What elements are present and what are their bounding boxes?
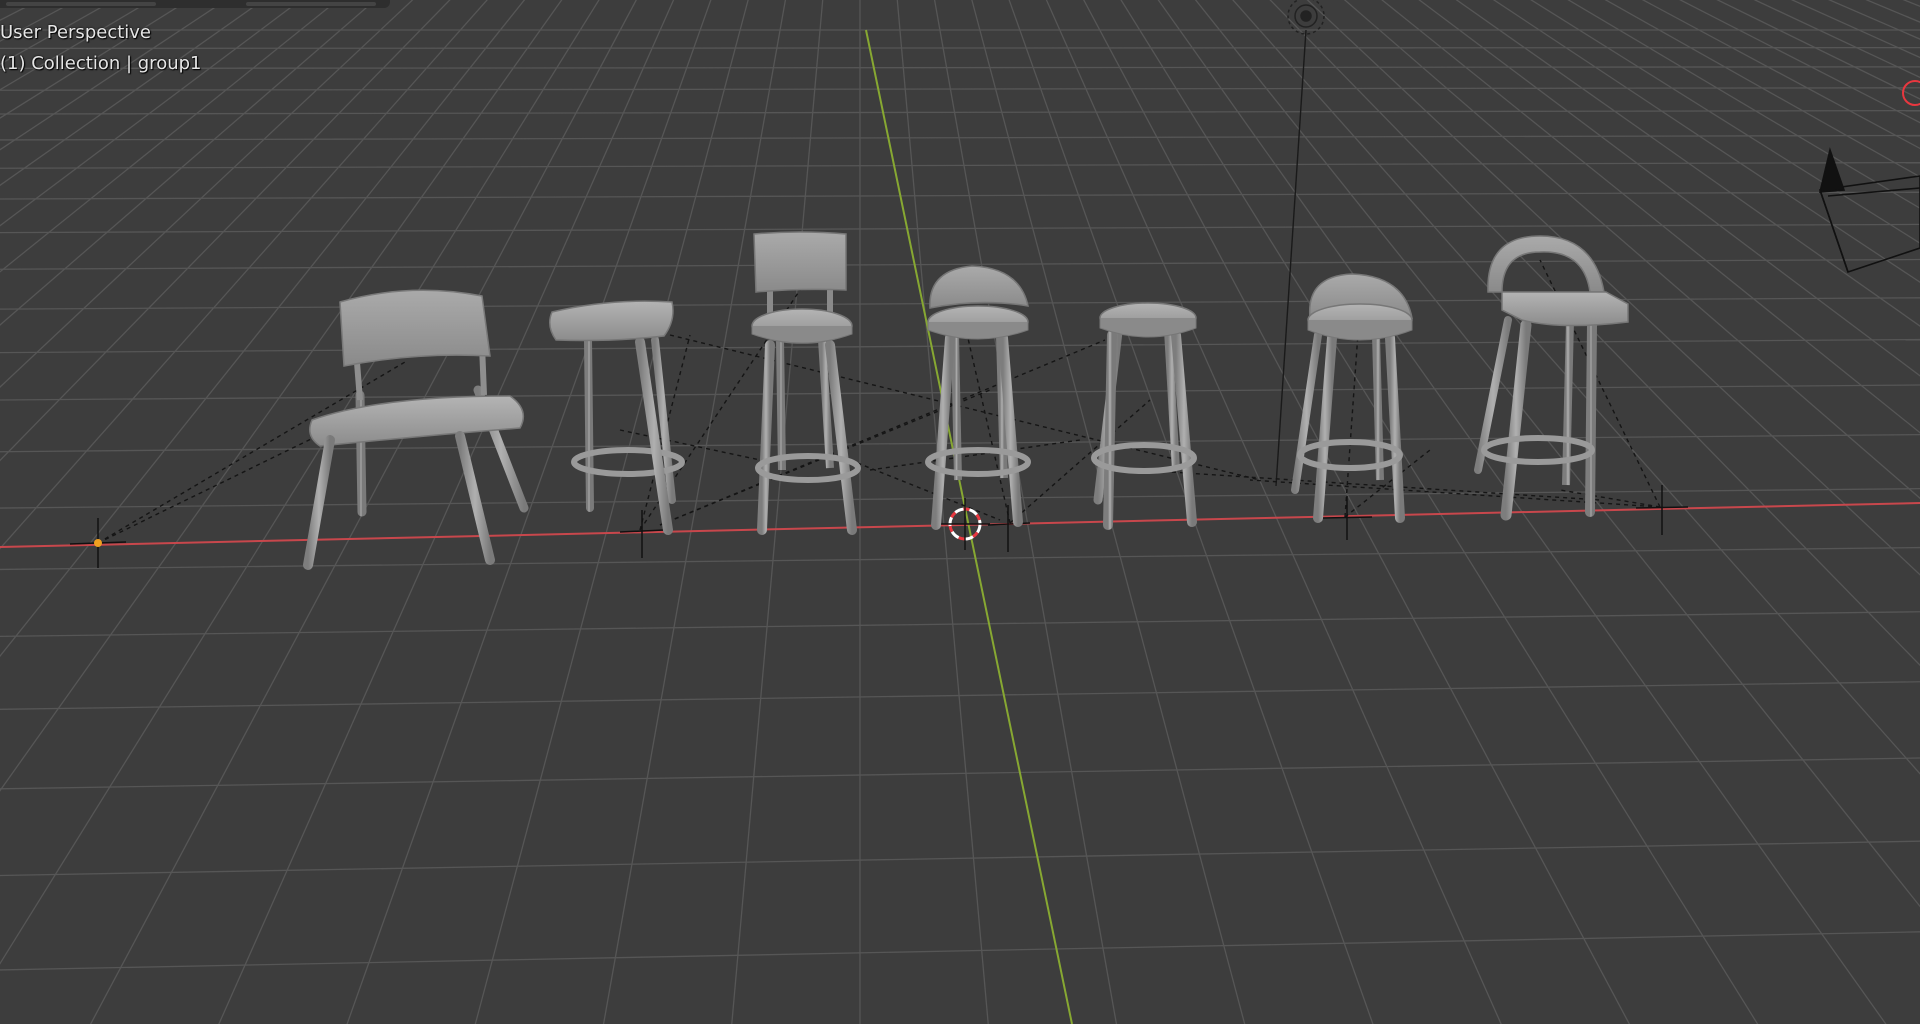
grid-line [0,134,1920,141]
grid-line [0,0,860,1024]
gizmo-x-icon[interactable] [1902,80,1920,106]
grid-line [0,0,860,1024]
grid-line [0,0,488,550]
grid-line [0,0,860,1024]
grid-line [0,0,860,1024]
grid-line [0,840,1920,877]
grid-line [0,0,860,1024]
grid-line [0,0,860,1024]
header-tab-segment [6,2,156,6]
grid-line [0,611,1920,638]
header-tab-segment [246,2,376,6]
grid-line [0,0,4,2]
grid-line [0,0,265,187]
grid-line [0,0,860,1024]
grid-line [0,0,860,1024]
grid-line [0,0,860,1024]
relationship-lines [97,259,1661,544]
origin-dot [94,539,102,547]
grid-line [0,0,116,65]
grid-line [0,338,1920,354]
grid-line [0,191,1920,200]
grid-line [0,0,860,1024]
grid-line [0,46,1920,50]
grid-line [0,0,41,21]
stool-curved-back[interactable] [925,265,1031,530]
stool-high-back[interactable] [751,231,861,535]
grid-line [0,0,860,1024]
light-icon[interactable] [1287,0,1325,35]
grid-line [0,0,860,1024]
grid-line [0,0,377,326]
empty-icon[interactable] [987,505,1031,552]
grid-line [0,0,414,388]
grid-line [0,488,1920,509]
light-line [1275,29,1307,487]
grid-line [0,0,860,1024]
3d-cursor-icon[interactable] [940,498,990,550]
stool-square[interactable] [549,300,685,540]
grid-line [0,0,79,42]
grid-line [602,0,787,1024]
grid-line [0,0,228,151]
grid-line [0,66,1920,70]
empty-icon[interactable] [69,518,127,568]
grid-line [0,546,1920,571]
grid-line [0,0,302,227]
grid-line [0,109,1920,115]
grid-line [0,931,1920,971]
grid-line [0,0,860,1024]
grid-line [0,0,339,273]
empty-icon[interactable] [619,510,665,558]
grid-line [0,0,563,792]
scene-canvas[interactable] [0,0,1920,1024]
grid-line [0,0,860,1024]
grid-line [0,0,451,462]
header-tab-strip [0,0,390,8]
grid-line [0,0,860,1024]
viewport-collection-info: (1) Collection | group1 [0,53,202,74]
grid-line [0,0,153,91]
viewport-view-name: User Perspective [0,22,151,43]
grid-line [0,757,1920,790]
floor-grid [0,0,1920,1024]
grid-line [0,0,526,658]
grid-line [896,0,989,1024]
grid-line [731,0,824,1024]
grid-line [346,0,712,1024]
grid-line [0,87,1920,91]
stool-hoop-back[interactable] [1474,235,1629,521]
grid-line [0,0,190,119]
grid-line [0,0,600,965]
empty-icon[interactable] [1321,496,1373,540]
3d-viewport[interactable]: User Perspective (1) Collection | group1 [0,0,1920,1024]
grid-line [933,0,1118,1024]
grid-line [0,0,860,1024]
chair-dining[interactable] [303,289,529,570]
grid-line [0,223,1920,234]
stool-round[interactable] [1091,302,1197,530]
